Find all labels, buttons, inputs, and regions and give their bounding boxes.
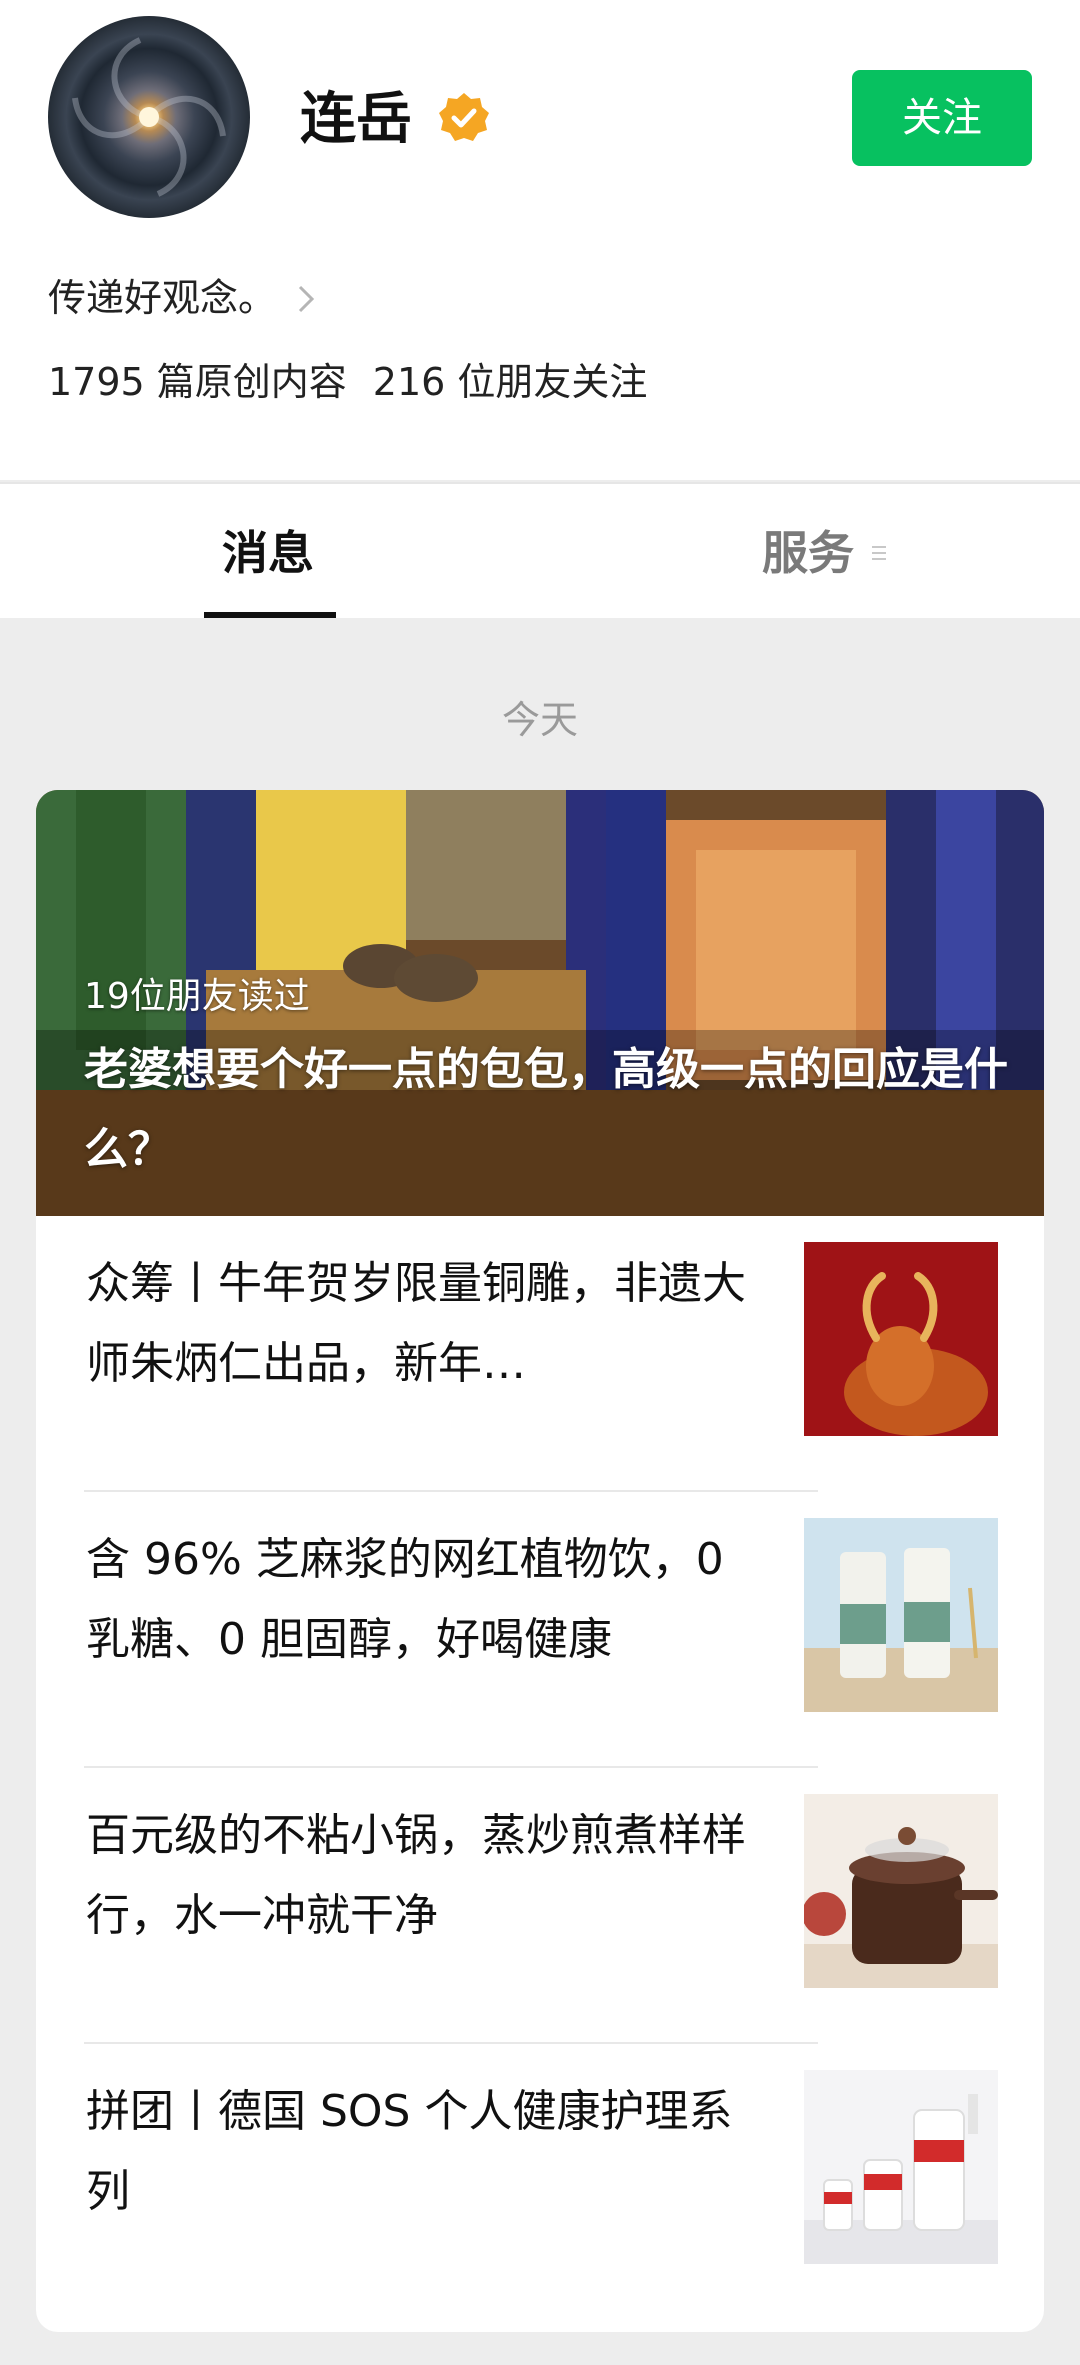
article-item[interactable]: 众筹丨牛年贺岁限量铜雕，非遗大师朱炳仁出品，新年…: [36, 1216, 1044, 1492]
avatar[interactable]: [48, 16, 250, 218]
account-bio[interactable]: 传递好观念。: [48, 268, 276, 328]
article-title: 拼团丨德国 SOS 个人健康护理系列: [86, 2086, 733, 2217]
date-label: 今天: [501, 698, 578, 742]
tab-services[interactable]: 服务: [762, 518, 854, 588]
featured-title: 老婆想要个好一点的包包，高级一点的回应是什么？: [84, 1044, 1008, 1175]
verified-badge-icon: [436, 90, 492, 146]
article-title: 众筹丨牛年贺岁限量铜雕，非遗大师朱炳仁出品，新年…: [86, 1258, 746, 1389]
article-thumbnail: [804, 1794, 998, 1988]
original-count: 1795 篇原创内容: [48, 360, 347, 404]
follow-button[interactable]: 关注: [852, 70, 1032, 166]
chevron-right-icon[interactable]: [296, 284, 316, 314]
active-tab-indicator: [204, 612, 336, 618]
article-item[interactable]: 百元级的不粘小锅，蒸炒煎煮样样行，水一冲就干净: [36, 1768, 1044, 2044]
account-stats: 1795 篇原创内容 216 位朋友关注: [48, 352, 647, 412]
featured-article[interactable]: 19位朋友读过 老婆想要个好一点的包包，高级一点的回应是什么？: [36, 790, 1044, 1216]
featured-readers: 19位朋友读过: [84, 976, 310, 1017]
tab-bar: 消息 服务: [0, 482, 1080, 618]
article-thumbnail: [804, 1518, 998, 1712]
article-item[interactable]: 含 96% 芝麻浆的网红植物饮，0 乳糖、0 胆固醇，好喝健康: [36, 1492, 1044, 1768]
article-title: 百元级的不粘小锅，蒸炒煎煮样样行，水一冲就干净: [86, 1810, 746, 1941]
profile-header: 连岳 关注 传递好观念。 1795 篇原创内容 216 位朋友关注: [0, 0, 1080, 480]
tab-messages[interactable]: 消息: [222, 518, 314, 588]
account-name: 连岳: [300, 87, 412, 152]
article-item[interactable]: 拼团丨德国 SOS 个人健康护理系列: [36, 2044, 1044, 2320]
menu-lines-icon: [870, 538, 888, 568]
message-card: 19位朋友读过 老婆想要个好一点的包包，高级一点的回应是什么？ 众筹丨牛年贺岁限…: [36, 790, 1044, 2332]
article-thumbnail: [804, 1242, 998, 1436]
article-thumbnail: [804, 2070, 998, 2264]
article-title: 含 96% 芝麻浆的网红植物饮，0 乳糖、0 胆固醇，好喝健康: [86, 1534, 724, 1665]
friends-following: 216 位朋友关注: [372, 360, 648, 404]
